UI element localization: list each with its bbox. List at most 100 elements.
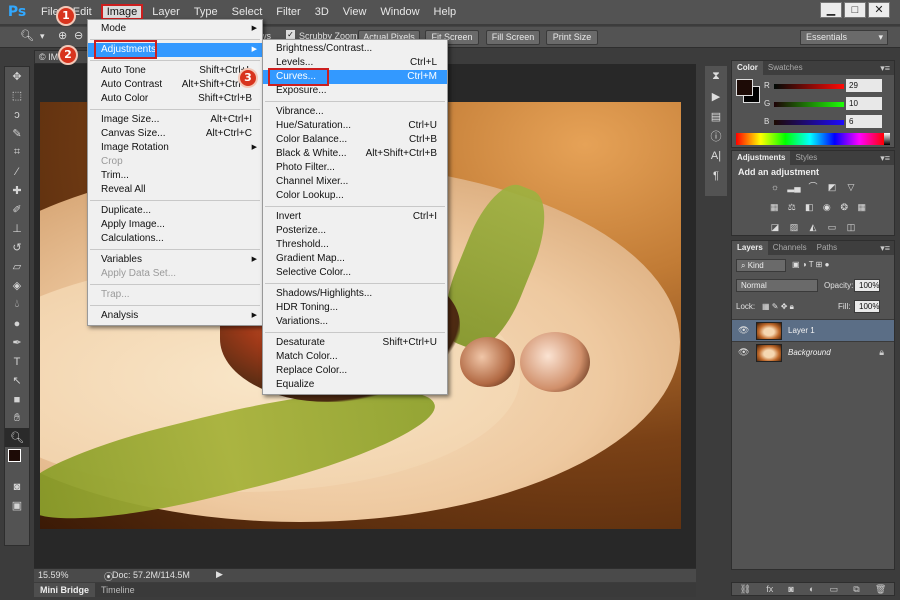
lock-icons[interactable]: ▦ ✎ ✥ 🔒︎ bbox=[762, 302, 794, 312]
zoom-out-icon[interactable]: ⊖ bbox=[74, 29, 83, 42]
curves-icon[interactable]: ⌒ bbox=[806, 181, 820, 193]
zoom-level[interactable]: 15.59% bbox=[38, 570, 69, 580]
image_menu-item-image-size[interactable]: Image Size... Alt+Ctrl+I bbox=[88, 113, 262, 127]
brightness-icon[interactable]: ☼ bbox=[768, 181, 782, 193]
vibrance-icon[interactable]: ▽ bbox=[844, 181, 858, 193]
delete-layer-icon[interactable]: 🗑︎ bbox=[875, 583, 886, 595]
posterize-icon[interactable]: ▨ bbox=[787, 221, 801, 233]
adjustments_menu-item-black-white[interactable]: Black & White... Alt+Shift+Ctrl+B bbox=[263, 147, 447, 161]
tab-styles[interactable]: Styles bbox=[790, 151, 822, 165]
pen-tool-icon[interactable]: ✒ bbox=[5, 333, 29, 352]
close-button[interactable]: ✕ bbox=[868, 2, 890, 18]
levels-icon[interactable]: ▂▄ bbox=[787, 181, 801, 193]
tab-channels[interactable]: Channels bbox=[768, 241, 812, 255]
paragraph-icon[interactable]: ¶ bbox=[705, 166, 727, 186]
color-foreground-swatch[interactable] bbox=[736, 79, 753, 96]
opacity-field[interactable]: 100% bbox=[854, 279, 880, 292]
b-slider[interactable] bbox=[774, 120, 844, 125]
image_menu-item-image-rotation[interactable]: Image Rotation ▶ bbox=[88, 141, 262, 155]
adjustments_menu-item-hdr-toning[interactable]: HDR Toning... bbox=[263, 301, 447, 315]
tool-preset-arrow-icon[interactable]: ▾ bbox=[40, 31, 45, 42]
adjustments_menu-item-color-lookup[interactable]: Color Lookup... bbox=[263, 189, 447, 203]
marquee-tool-icon[interactable]: ⬚ bbox=[5, 86, 29, 105]
quick-selection-tool-icon[interactable]: ✎ bbox=[5, 124, 29, 143]
b-value-field[interactable]: 6 bbox=[846, 115, 882, 128]
color-balance-icon[interactable]: ⚖ bbox=[786, 201, 799, 213]
g-value-field[interactable]: 10 bbox=[846, 97, 882, 110]
image_menu-item-trim[interactable]: Trim... bbox=[88, 169, 262, 183]
layer-filter-icons[interactable]: ▣ ◑ T ⊞ ● bbox=[792, 260, 829, 269]
adjustments_menu-item-invert[interactable]: Invert Ctrl+I bbox=[263, 210, 447, 224]
type-tool-icon[interactable]: T bbox=[5, 352, 29, 371]
black-white-ramp[interactable] bbox=[884, 133, 890, 145]
menu-3d[interactable]: 3D bbox=[308, 0, 336, 24]
image_menu-item-auto-tone[interactable]: Auto Tone Shift+Ctrl+L bbox=[88, 64, 262, 78]
fill-field[interactable]: 100% bbox=[854, 300, 880, 313]
foreground-color-swatch[interactable] bbox=[8, 449, 21, 462]
info-icon[interactable]: ⓘ bbox=[705, 126, 727, 146]
rectangle-tool-icon[interactable]: ■ bbox=[5, 390, 29, 409]
tab-paths[interactable]: Paths bbox=[812, 241, 842, 255]
threshold-icon[interactable]: ◭ bbox=[806, 221, 820, 233]
kind-filter-select[interactable]: ⌕ Kind bbox=[736, 259, 786, 272]
adjustments_menu-item-posterize[interactable]: Posterize... bbox=[263, 224, 447, 238]
actions-play-icon[interactable]: ▶ bbox=[705, 86, 727, 106]
new-adjustment-icon[interactable]: ◐ bbox=[809, 583, 814, 595]
new-group-icon[interactable]: ▭ bbox=[830, 583, 839, 595]
exposure-icon[interactable]: ◩ bbox=[825, 181, 839, 193]
adjustments_menu-item-match-color[interactable]: Match Color... bbox=[263, 350, 447, 364]
hand-tool-icon[interactable]: ✋︎ bbox=[5, 409, 29, 428]
adjustments_menu-item-threshold[interactable]: Threshold... bbox=[263, 238, 447, 252]
adjustments_menu-item-photo-filter[interactable]: Photo Filter... bbox=[263, 161, 447, 175]
link-layers-icon[interactable]: ⛓ bbox=[740, 583, 751, 595]
menu-help[interactable]: Help bbox=[427, 0, 464, 24]
minimize-button[interactable]: ▁ bbox=[820, 2, 842, 18]
color-spectrum[interactable] bbox=[736, 133, 884, 145]
image_menu-item-apply-data-set[interactable]: Apply Data Set... bbox=[88, 267, 262, 281]
image_menu-item-reveal-all[interactable]: Reveal All bbox=[88, 183, 262, 197]
adjustments_menu-item-hue-saturation[interactable]: Hue/Saturation... Ctrl+U bbox=[263, 119, 447, 133]
adjustments_menu-item-color-balance[interactable]: Color Balance... Ctrl+B bbox=[263, 133, 447, 147]
gradient-map-icon[interactable]: ▭ bbox=[825, 221, 839, 233]
image_menu-item-auto-contrast[interactable]: Auto Contrast Alt+Shift+Ctrl+L bbox=[88, 78, 262, 92]
adjustments_menu-item-exposure[interactable]: Exposure... bbox=[263, 84, 447, 98]
fill-screen-button[interactable]: Fill Screen bbox=[486, 30, 540, 45]
selective-color-icon[interactable]: ◫ bbox=[844, 221, 858, 233]
scrubby-zoom-checkbox[interactable]: ✓ bbox=[286, 30, 295, 39]
black-white-icon[interactable]: ◧ bbox=[803, 201, 816, 213]
color-lookup-icon[interactable]: ▦ bbox=[856, 201, 869, 213]
healing-brush-tool-icon[interactable]: ✚ bbox=[5, 181, 29, 200]
blend-mode-select[interactable]: Normal bbox=[736, 279, 818, 292]
quick-mask-icon[interactable]: ◙ bbox=[5, 477, 29, 496]
r-slider[interactable] bbox=[774, 84, 844, 89]
add-mask-icon[interactable]: ◙ bbox=[788, 583, 793, 595]
crop-tool-icon[interactable]: ⌗ bbox=[5, 143, 29, 162]
zoom-in-icon[interactable]: ⊕ bbox=[58, 29, 67, 42]
path-selection-tool-icon[interactable]: ↖ bbox=[5, 371, 29, 390]
adjustments_menu-item-vibrance[interactable]: Vibrance... bbox=[263, 105, 447, 119]
zoom-tool-icon[interactable]: 🔍︎ bbox=[20, 29, 34, 42]
zoom-tool-selected-icon[interactable]: 🔍︎ bbox=[5, 428, 29, 447]
panel-menu-icon[interactable]: ▾≡ bbox=[880, 151, 890, 165]
image_menu-item-auto-color[interactable]: Auto Color Shift+Ctrl+B bbox=[88, 92, 262, 106]
adjustments_menu-item-channel-mixer[interactable]: Channel Mixer... bbox=[263, 175, 447, 189]
photo-filter-icon[interactable]: ◉ bbox=[821, 201, 834, 213]
layer-row-background[interactable]: 👁︎ Background 🔒︎ bbox=[732, 341, 894, 363]
panel-menu-icon[interactable]: ▾≡ bbox=[880, 241, 890, 255]
menu-filter[interactable]: Filter bbox=[269, 0, 307, 24]
tab-swatches[interactable]: Swatches bbox=[763, 61, 808, 75]
image_menu-item-calculations[interactable]: Calculations... bbox=[88, 232, 262, 246]
adjustments_menu-item-selective-color[interactable]: Selective Color... bbox=[263, 266, 447, 280]
adjustments_menu-item-brightness-contrast[interactable]: Brightness/Contrast... bbox=[263, 42, 447, 56]
adjustments_menu-item-equalize[interactable]: Equalize bbox=[263, 378, 447, 392]
paint-bucket-tool-icon[interactable]: ◈ bbox=[5, 276, 29, 295]
lasso-tool-icon[interactable]: ↄ bbox=[5, 105, 29, 124]
image_menu-item-apply-image[interactable]: Apply Image... bbox=[88, 218, 262, 232]
tab-mini-bridge[interactable]: Mini Bridge bbox=[34, 583, 95, 597]
clone-stamp-tool-icon[interactable]: ⊥ bbox=[5, 219, 29, 238]
layer-style-icon[interactable]: fx bbox=[766, 583, 773, 595]
tab-color[interactable]: Color bbox=[732, 61, 763, 75]
adjustments_menu-item-gradient-map[interactable]: Gradient Map... bbox=[263, 252, 447, 266]
workspace-select[interactable]: Essentials bbox=[800, 30, 888, 45]
screen-mode-icon[interactable]: ▣ bbox=[5, 496, 29, 515]
